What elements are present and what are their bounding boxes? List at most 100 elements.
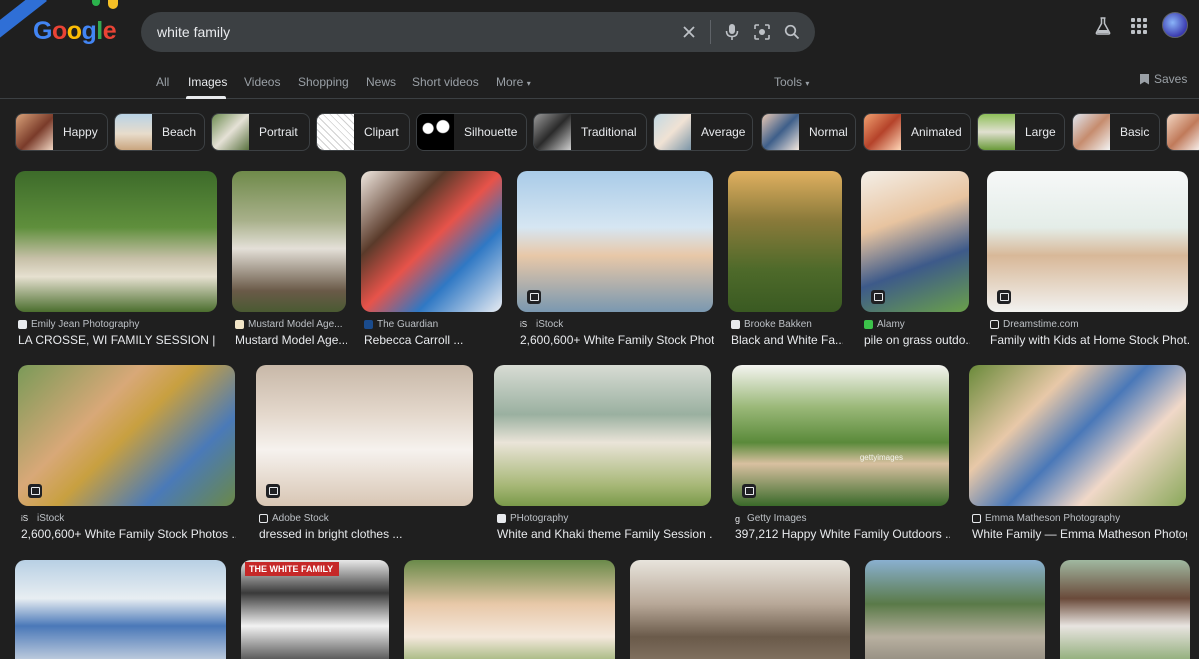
tab-images[interactable]: Images	[188, 75, 227, 89]
chip-clipart[interactable]: Clipart	[316, 113, 410, 151]
result-source[interactable]: iS iStock	[21, 513, 64, 524]
chip-partial[interactable]	[1166, 113, 1199, 151]
chip-thumbnail	[1073, 114, 1110, 150]
chip-thumbnail	[417, 114, 454, 150]
result-image[interactable]	[494, 365, 711, 506]
result-image[interactable]	[728, 171, 842, 312]
result-title[interactable]: dressed in bright clothes ...	[259, 527, 474, 541]
result-image[interactable]	[861, 171, 969, 312]
divider	[710, 20, 711, 44]
chip-portrait[interactable]: Portrait	[211, 113, 310, 151]
image-banner: THE WHITE FAMILY	[245, 562, 339, 576]
result-image[interactable]	[18, 365, 235, 506]
chip-thumbnail	[1167, 114, 1199, 150]
saves-label: Saves	[1154, 72, 1188, 86]
chip-animated[interactable]: Animated	[863, 113, 971, 151]
chip-average[interactable]: Average	[653, 113, 753, 151]
result-image[interactable]	[256, 365, 473, 506]
result-image[interactable]	[404, 560, 615, 659]
tab-news[interactable]: News	[366, 75, 396, 89]
chip-label: Happy	[63, 125, 98, 139]
tab-videos[interactable]: Videos	[244, 75, 280, 89]
chip-happy[interactable]: Happy	[15, 113, 108, 151]
search-input[interactable]	[141, 12, 674, 52]
result-title[interactable]: Rebecca Carroll ...	[364, 333, 503, 347]
result-title[interactable]: Family with Kids at Home Stock Phot...	[990, 333, 1189, 347]
chip-thumbnail	[212, 114, 249, 150]
chip-normal[interactable]: Normal	[761, 113, 856, 151]
result-source[interactable]: Alamy	[864, 319, 905, 330]
clear-icon[interactable]	[674, 12, 704, 52]
mic-icon[interactable]	[717, 12, 747, 52]
tab-short-videos[interactable]: Short videos	[412, 75, 479, 89]
result-image[interactable]	[15, 560, 226, 659]
tab-all[interactable]: All	[156, 75, 169, 89]
chip-label: Normal	[809, 125, 848, 139]
result-title[interactable]: Black and White Fa...	[731, 333, 843, 347]
image-type-icon	[28, 484, 42, 498]
result-image[interactable]	[517, 171, 713, 312]
result-title[interactable]: Mustard Model Age...	[235, 333, 347, 347]
header: Google	[0, 0, 1199, 64]
tab-more[interactable]: More ▾	[496, 75, 531, 89]
chip-label: Basic	[1120, 125, 1150, 139]
chip-thumbnail	[115, 114, 152, 150]
result-source[interactable]: The Guardian	[364, 319, 438, 330]
result-title[interactable]: 397,212 Happy White Family Outdoors ...	[735, 527, 950, 541]
active-tab-indicator	[186, 96, 226, 99]
favicon	[972, 514, 981, 523]
favicon	[990, 320, 999, 329]
result-source[interactable]: iS iStock	[520, 319, 563, 330]
result-source[interactable]: PHotography	[497, 513, 568, 524]
search-icon[interactable]	[777, 12, 807, 52]
google-logo[interactable]: Google	[33, 17, 117, 46]
result-title[interactable]: 2,600,600+ White Family Stock Phot...	[520, 333, 714, 347]
image-type-icon	[266, 484, 280, 498]
chip-thumbnail	[762, 114, 799, 150]
result-source[interactable]: Adobe Stock	[259, 513, 329, 524]
result-image[interactable]: gettyimages	[732, 365, 949, 506]
search-nav: All Images Videos Shopping News Short vi…	[0, 64, 1199, 99]
labs-flask-icon[interactable]	[1092, 12, 1114, 40]
result-title[interactable]: LA CROSSE, WI FAMILY SESSION | W...	[18, 333, 218, 347]
tab-shopping[interactable]: Shopping	[298, 75, 349, 89]
chip-thumbnail	[654, 114, 691, 150]
result-image[interactable]	[969, 365, 1186, 506]
chip-large[interactable]: Large	[977, 113, 1065, 151]
result-source[interactable]: Emily Jean Photography	[18, 319, 139, 330]
chip-silhouette[interactable]: Silhouette	[416, 113, 527, 151]
result-source[interactable]: Emma Matheson Photography	[972, 513, 1120, 524]
result-title[interactable]: White and Khaki theme Family Session ...	[497, 527, 712, 541]
result-image[interactable]	[15, 171, 217, 312]
result-image[interactable]	[865, 560, 1045, 659]
image-type-icon	[871, 290, 885, 304]
favicon	[864, 320, 873, 329]
favicon	[731, 320, 740, 329]
result-title[interactable]: pile on grass outdo...	[864, 333, 970, 347]
result-source[interactable]: g Getty Images	[735, 513, 806, 524]
favicon	[497, 514, 506, 523]
chip-basic[interactable]: Basic	[1072, 113, 1160, 151]
result-source[interactable]: Brooke Bakken	[731, 319, 812, 330]
chip-traditional[interactable]: Traditional	[533, 113, 647, 151]
chip-thumbnail	[534, 114, 571, 150]
tools-button[interactable]: Tools ▾	[774, 75, 809, 89]
chip-beach[interactable]: Beach	[114, 113, 205, 151]
result-image[interactable]: THE WHITE FAMILY	[241, 560, 389, 659]
result-title[interactable]: White Family — Emma Matheson Photogr...	[972, 527, 1187, 541]
lens-icon[interactable]	[747, 12, 777, 52]
result-image[interactable]	[232, 171, 346, 312]
result-title[interactable]: 2,600,600+ White Family Stock Photos ...	[21, 527, 236, 541]
chip-label: Silhouette	[464, 125, 518, 139]
account-avatar[interactable]	[1162, 12, 1188, 38]
result-image[interactable]	[1060, 560, 1190, 659]
result-source[interactable]: Dreamstime.com	[990, 319, 1079, 330]
result-source[interactable]: Mustard Model Age...	[235, 319, 343, 330]
result-image[interactable]	[630, 560, 850, 659]
result-image[interactable]	[987, 171, 1188, 312]
apps-icon[interactable]	[1128, 12, 1150, 40]
saves-button[interactable]: Saves	[1140, 72, 1187, 86]
caret-down-icon: ▾	[805, 79, 810, 88]
result-image[interactable]	[361, 171, 502, 312]
doodle-dot	[92, 0, 100, 6]
